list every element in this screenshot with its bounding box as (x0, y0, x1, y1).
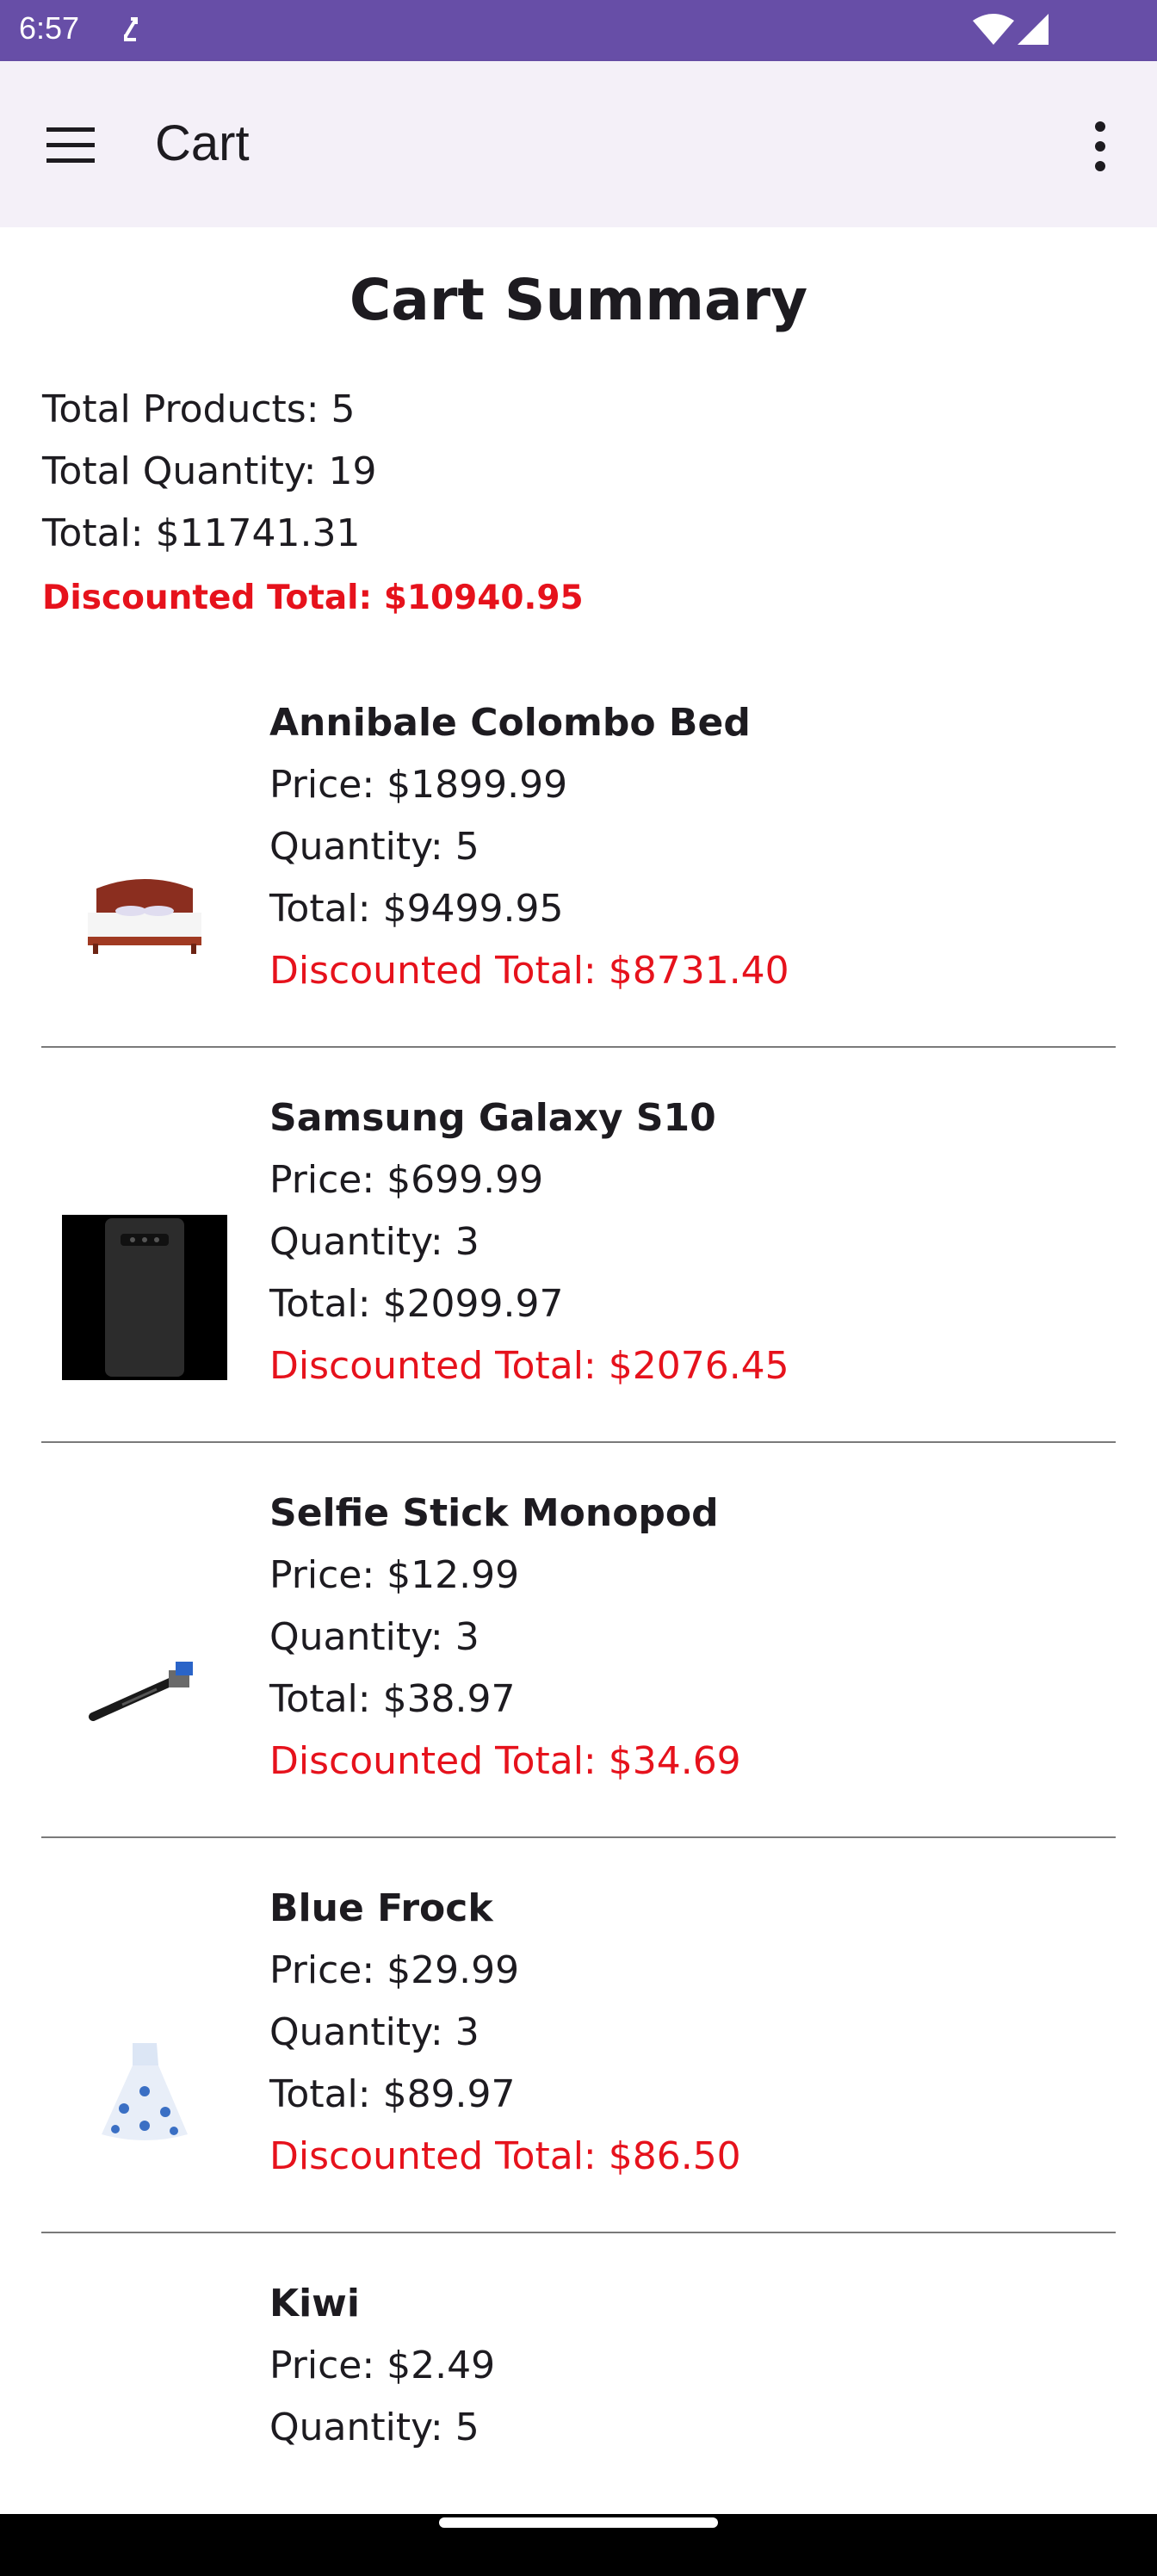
product-price: Price: $699.99 (269, 1158, 544, 1202)
product-name: Blue Frock (269, 1886, 493, 1930)
more-vertical-icon[interactable] (1083, 118, 1117, 175)
cart-total: Total: $11741.31 (42, 511, 361, 555)
cart-item[interactable]: Kiwi Price: $2.49 Quantity: 5 (0, 2282, 1157, 2471)
product-quantity: Quantity: 5 (269, 2406, 480, 2449)
cart-discounted-total: Discounted Total: $10940.95 (42, 579, 584, 617)
product-discounted-total: Discounted Total: $2076.45 (269, 1344, 789, 1388)
hamburger-menu-icon[interactable] (45, 124, 96, 167)
product-price: Price: $2.49 (269, 2344, 496, 2387)
summary-title: Cart Summary (349, 267, 808, 333)
product-price: Price: $12.99 (269, 1553, 520, 1597)
dress-image (102, 2043, 188, 2140)
app-bar: Cart (0, 61, 1157, 227)
product-total: Total: $89.97 (269, 2072, 516, 2116)
page-title: Cart (155, 115, 250, 171)
product-quantity: Quantity: 3 (269, 1220, 480, 1264)
signal-icon (1018, 14, 1049, 45)
product-total: Total: $9499.95 (269, 887, 564, 931)
product-total: Total: $38.97 (269, 1677, 516, 1721)
bed-image (88, 879, 201, 954)
cart-item[interactable]: Blue Frock Price: $29.99 Quantity: 3 Tot… (0, 1886, 1157, 2282)
product-name: Samsung Galaxy S10 (269, 1096, 716, 1140)
product-name: Annibale Colombo Bed (269, 701, 751, 745)
phone-image (62, 1215, 227, 1380)
product-name: Kiwi (269, 2282, 360, 2325)
cart-item[interactable]: Selfie Stick Monopod Price: $12.99 Quant… (0, 1491, 1157, 1887)
selfie-stick-image (89, 1662, 193, 1721)
divider (41, 1836, 1116, 1838)
product-quantity: Quantity: 3 (269, 2010, 480, 2054)
home-gesture-handle[interactable] (439, 2517, 718, 2528)
divider (41, 2232, 1116, 2233)
product-discounted-total: Discounted Total: $8731.40 (269, 949, 789, 993)
status-bar: 6:57 (0, 0, 1157, 61)
divider (41, 1046, 1116, 1048)
cart-item[interactable]: Annibale Colombo Bed Price: $1899.99 Qua… (0, 701, 1157, 1097)
product-discounted-total: Discounted Total: $86.50 (269, 2134, 741, 2178)
total-products: Total Products: 5 (42, 387, 356, 431)
product-price: Price: $1899.99 (269, 763, 568, 807)
product-total: Total: $2099.97 (269, 1282, 564, 1326)
kiwi-image (62, 2400, 227, 2471)
cart-item[interactable]: Samsung Galaxy S10 Price: $699.99 Quanti… (0, 1096, 1157, 1492)
cart-content: Cart Summary Total Products: 5 Total Qua… (0, 227, 1157, 2471)
product-quantity: Quantity: 3 (269, 1615, 480, 1659)
total-quantity: Total Quantity: 19 (42, 449, 377, 493)
product-quantity: Quantity: 5 (269, 825, 480, 869)
divider (41, 1441, 1116, 1443)
status-time: 6:57 (19, 10, 80, 46)
product-discounted-total: Discounted Total: $34.69 (269, 1739, 741, 1783)
product-name: Selfie Stick Monopod (269, 1491, 719, 1535)
product-price: Price: $29.99 (269, 1948, 520, 1992)
wifi-icon (973, 14, 1014, 45)
sync-icon (124, 17, 138, 41)
